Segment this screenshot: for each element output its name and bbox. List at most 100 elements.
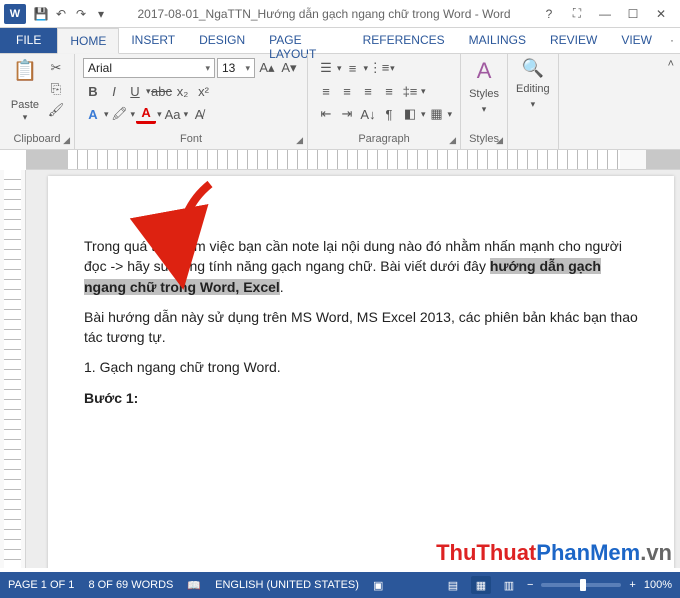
- bullets-dd-icon[interactable]: ▾: [337, 63, 342, 74]
- tab-design[interactable]: DESIGN: [187, 28, 257, 53]
- zoom-out-icon[interactable]: −: [527, 579, 533, 591]
- paragraph-dialog-icon[interactable]: ◢: [449, 135, 456, 146]
- save-icon[interactable]: 💾: [32, 5, 50, 23]
- font-size-combo[interactable]: 13▾: [217, 58, 255, 78]
- editing-dropdown-icon[interactable]: ▾: [531, 99, 536, 110]
- paste-dropdown-icon[interactable]: ▾: [23, 112, 28, 123]
- shading-icon[interactable]: ◧: [400, 104, 420, 124]
- zoom-in-icon[interactable]: +: [629, 579, 635, 591]
- styles-dialog-icon[interactable]: ◢: [496, 135, 503, 146]
- multilevel-icon[interactable]: ⋮≡: [369, 58, 389, 78]
- text-effects-icon[interactable]: A: [83, 104, 103, 124]
- zoom-slider[interactable]: [541, 583, 621, 587]
- decrease-indent-icon[interactable]: ⇤: [316, 104, 336, 124]
- paste-button[interactable]: 📋 Paste ▾: [8, 58, 42, 123]
- tabs-overflow-icon[interactable]: ·: [664, 28, 680, 53]
- align-right-icon[interactable]: ≡: [358, 81, 378, 101]
- align-center-icon[interactable]: ≡: [337, 81, 357, 101]
- sort-icon[interactable]: A↓: [358, 104, 378, 124]
- editing-button-label[interactable]: Editing: [516, 83, 550, 95]
- view-print-icon[interactable]: ▦: [471, 576, 491, 594]
- subscript-button[interactable]: x₂: [173, 81, 193, 101]
- grow-font-icon[interactable]: A▴: [257, 58, 277, 78]
- format-painter-icon[interactable]: 🖌: [46, 100, 66, 120]
- highlight-icon[interactable]: 🖍: [110, 104, 130, 124]
- tab-view[interactable]: VIEW: [609, 28, 664, 53]
- strikethrough-button[interactable]: abc: [152, 81, 172, 101]
- show-marks-icon[interactable]: ¶: [379, 104, 399, 124]
- borders-icon[interactable]: ▦: [427, 104, 447, 124]
- status-macro-icon[interactable]: ▣: [373, 579, 383, 592]
- view-read-icon[interactable]: ▤: [443, 576, 463, 594]
- tab-references[interactable]: REFERENCES: [351, 28, 457, 53]
- cut-icon[interactable]: ✂: [46, 58, 66, 78]
- font-dialog-icon[interactable]: ◢: [296, 135, 303, 146]
- page[interactable]: Trong quá trình làm việc bạn cần note lạ…: [48, 176, 674, 568]
- collapse-ribbon-icon[interactable]: ˄: [662, 54, 680, 149]
- align-left-icon[interactable]: ≡: [316, 81, 336, 101]
- multilevel-dd-icon[interactable]: ▾: [390, 63, 395, 74]
- horizontal-ruler[interactable]: [26, 150, 680, 170]
- change-case-dropdown-icon[interactable]: ▾: [184, 109, 189, 120]
- status-page[interactable]: PAGE 1 OF 1: [8, 579, 74, 591]
- bullets-icon[interactable]: ☰: [316, 58, 336, 78]
- status-language[interactable]: ENGLISH (UNITED STATES): [215, 579, 359, 591]
- maximize-icon[interactable]: ☐: [622, 5, 644, 23]
- highlight-dropdown-icon[interactable]: ▾: [131, 109, 136, 120]
- styles-button-label[interactable]: Styles: [469, 88, 499, 100]
- paragraph-1[interactable]: Trong quá trình làm việc bạn cần note lạ…: [84, 236, 638, 297]
- status-words[interactable]: 8 OF 69 WORDS: [88, 579, 173, 591]
- tab-file[interactable]: FILE: [0, 28, 57, 53]
- paragraph-4[interactable]: Bước 1:: [84, 388, 638, 408]
- line-spacing-dd-icon[interactable]: ▾: [421, 86, 426, 97]
- redo-icon[interactable]: ↷: [72, 5, 90, 23]
- increase-indent-icon[interactable]: ⇥: [337, 104, 357, 124]
- view-web-icon[interactable]: ▥: [499, 576, 519, 594]
- paragraph-3[interactable]: 1. Gạch ngang chữ trong Word.: [84, 357, 638, 377]
- numbering-icon[interactable]: ≡: [343, 58, 363, 78]
- borders-dd-icon[interactable]: ▾: [448, 109, 453, 120]
- close-icon[interactable]: ✕: [650, 5, 672, 23]
- tab-insert[interactable]: INSERT: [119, 28, 187, 53]
- status-proofing-icon[interactable]: 📖: [187, 579, 201, 592]
- shading-dd-icon[interactable]: ▾: [421, 109, 426, 120]
- minimize-icon[interactable]: —: [594, 5, 616, 23]
- font-name-combo[interactable]: Arial▾: [83, 58, 215, 78]
- styles-dropdown-icon[interactable]: ▾: [482, 104, 487, 115]
- paragraph-2[interactable]: Bài hướng dẫn này sử dụng trên MS Word, …: [84, 307, 638, 348]
- ribbon-display-icon[interactable]: ⛶: [566, 5, 588, 23]
- superscript-button[interactable]: x²: [194, 81, 214, 101]
- tab-page-layout[interactable]: PAGE LAYOUT: [257, 28, 350, 53]
- line-spacing-icon[interactable]: ‡≡: [400, 81, 420, 101]
- shrink-font-icon[interactable]: A▾: [279, 58, 299, 78]
- undo-icon[interactable]: ↶: [52, 5, 70, 23]
- tab-review[interactable]: REVIEW: [538, 28, 609, 53]
- help-icon[interactable]: ?: [538, 5, 560, 23]
- numbering-dd-icon[interactable]: ▾: [364, 63, 369, 74]
- title-bar: W 💾 ↶ ↷ ▾ 2017-08-01_NgaTTN_Hướng dẫn gạ…: [0, 0, 680, 28]
- group-editing: 🔍 Editing ▾: [508, 54, 559, 149]
- tab-mailings[interactable]: MAILINGS: [457, 28, 538, 53]
- text-effects-dropdown-icon[interactable]: ▾: [104, 109, 109, 120]
- copy-icon[interactable]: ⎘: [46, 79, 66, 99]
- window-controls: ? ⛶ — ☐ ✕: [538, 5, 672, 23]
- underline-button[interactable]: U: [125, 81, 145, 101]
- zoom-level[interactable]: 100%: [644, 579, 672, 591]
- group-label-clipboard: Clipboard◢: [8, 131, 66, 149]
- justify-icon[interactable]: ≡: [379, 81, 399, 101]
- qat-customize-icon[interactable]: ▾: [92, 5, 110, 23]
- clipboard-dialog-icon[interactable]: ◢: [63, 135, 70, 146]
- change-case-icon[interactable]: Aa: [163, 104, 183, 124]
- vertical-ruler[interactable]: [0, 170, 26, 568]
- find-icon[interactable]: 🔍: [522, 58, 544, 79]
- group-clipboard: 📋 Paste ▾ ✂ ⎘ 🖌 Clipboard◢: [0, 54, 75, 149]
- clear-formatting-icon[interactable]: A̸: [189, 104, 209, 124]
- font-color-icon[interactable]: A: [136, 104, 156, 124]
- font-color-dropdown-icon[interactable]: ▾: [157, 109, 162, 120]
- italic-button[interactable]: I: [104, 81, 124, 101]
- bold-button[interactable]: B: [83, 81, 103, 101]
- group-label-font: Font◢: [83, 131, 299, 149]
- tab-home[interactable]: HOME: [57, 28, 119, 54]
- styles-icon[interactable]: A: [477, 58, 492, 84]
- underline-dropdown-icon[interactable]: ▾: [146, 86, 151, 97]
